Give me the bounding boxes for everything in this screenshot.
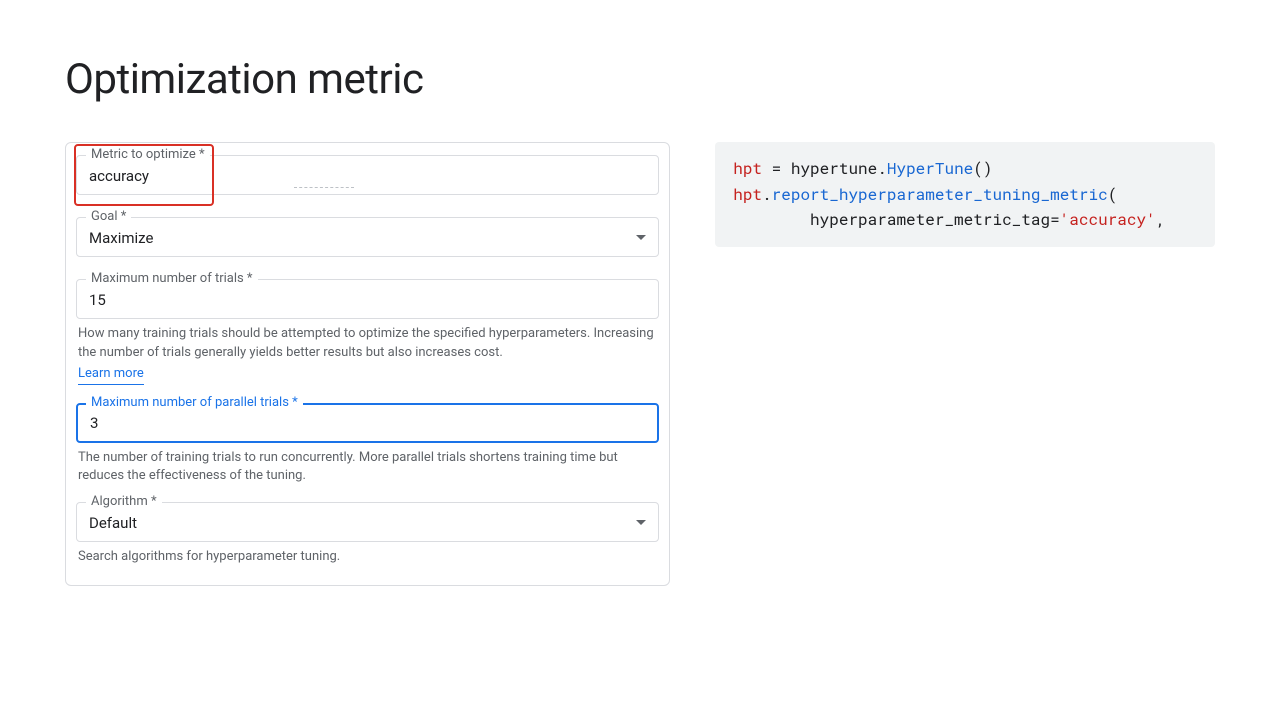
algorithm-select[interactable]: Default [76,502,659,542]
metric-value: accuracy [89,167,149,185]
algorithm-value: Default [89,514,137,532]
goal-label: Goal * [86,209,131,224]
metric-label: Metric to optimize * [86,147,210,162]
algorithm-field-wrap: Algorithm * Default [76,502,659,542]
code-l3-q2: ' [1146,209,1156,230]
chevron-down-icon [636,235,646,240]
goal-select[interactable]: Maximize [76,217,659,257]
max-parallel-field-wrap: Maximum number of parallel trials * 3 [76,403,659,443]
metric-field-wrap: Metric to optimize * accuracy [76,155,659,195]
code-l2-dot: . [762,184,772,205]
max-trials-label: Maximum number of trials * [86,271,258,286]
max-trials-value: 15 [89,291,106,309]
code-l1-tail: () [973,158,992,179]
code-l1-rest: = hypertune. [762,158,887,179]
max-parallel-label: Maximum number of parallel trials * [86,395,303,410]
form-panel: Metric to optimize * accuracy Goal * Max… [65,142,670,586]
code-l3-tail: , [1156,209,1166,230]
code-l3-str: accuracy [1069,209,1146,230]
max-parallel-value: 3 [90,414,98,432]
code-l3-q1: ' [1060,209,1070,230]
chevron-down-icon [636,520,646,525]
code-l2-tail: ( [1108,184,1118,205]
goal-field-wrap: Goal * Maximize [76,217,659,257]
code-l3-indent: hyperparameter_metric_tag= [733,209,1059,230]
max-trials-helper: How many training trials should be attem… [78,325,657,385]
max-trials-helper-text: How many training trials should be attem… [78,326,654,360]
max-parallel-helper: The number of training trials to run con… [78,449,657,487]
code-l2-fn: report_hyperparameter_tuning_metric [772,184,1108,205]
max-trials-field-wrap: Maximum number of trials * 15 [76,279,659,319]
page-title: Optimization metric [65,55,1215,104]
goal-value: Maximize [89,229,153,247]
code-panel: hpt = hypertune.HyperTune() hpt.report_h… [715,142,1215,247]
code-l1-fn: HyperTune [887,158,973,179]
code-var-1: hpt [733,158,762,179]
learn-more-link[interactable]: Learn more [78,365,144,385]
algorithm-helper: Search algorithms for hyperparameter tun… [78,548,657,567]
algorithm-label: Algorithm * [86,494,162,509]
connector-line [294,187,354,188]
code-var-2: hpt [733,184,762,205]
